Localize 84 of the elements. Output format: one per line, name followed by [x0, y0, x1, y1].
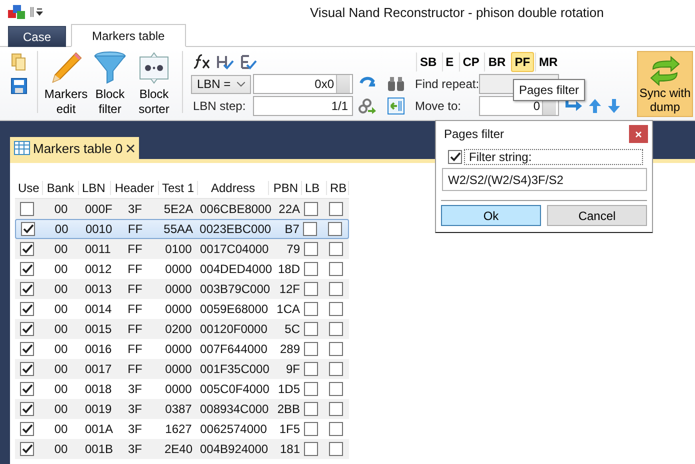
table-cell-text: 0000: [164, 382, 193, 396]
table-cell-text: 0387: [164, 402, 193, 416]
table-cell-text: 0062574000: [199, 422, 268, 436]
table-cell-text: 004B924000: [199, 442, 269, 456]
table-cell-text: 0018: [84, 382, 111, 396]
table-cell-text: FF: [126, 242, 144, 256]
table-cell-text: 00: [53, 262, 69, 276]
table-cell-text: 00: [53, 302, 69, 316]
table-cell-text: 2E40: [163, 442, 194, 456]
table-cell-text: 1F5: [278, 422, 301, 436]
table-cell-text: 0000: [164, 282, 193, 296]
table-cell-text: 55AA: [162, 222, 194, 236]
table-cell-text: 3F: [126, 442, 143, 456]
table-cell-text: 0019: [84, 402, 111, 416]
table-cell-text: 18D: [276, 262, 301, 276]
table-cell-text: 00: [53, 362, 69, 376]
table-cell-text: 9F: [284, 362, 301, 376]
table-cell-text: 0000: [164, 262, 193, 276]
table-cell-text: 0000: [164, 302, 193, 316]
table-cell-text: FF: [126, 302, 144, 316]
find-repeat-label: Find repeat:: [414, 77, 479, 91]
table-cell-text: 0017C04000: [199, 242, 269, 256]
table-cell-text: 1CA: [276, 302, 301, 316]
table-cell-text: 0023EBC000: [198, 222, 269, 236]
table-cell-text: 0100: [164, 242, 193, 256]
table-cell-text: 004DED4000: [199, 262, 269, 276]
table-cell-text: 005C0F4000: [199, 382, 269, 396]
table-cell-text: 00: [53, 422, 69, 436]
table-cell-text: 001A: [84, 422, 111, 436]
table-cell-text: 006CBE8000: [199, 202, 269, 216]
table-cell-text: 00: [53, 342, 69, 356]
table-cell-text: 00: [53, 402, 69, 416]
table-cell-text: 181: [278, 442, 301, 456]
table-cell-text: 0017: [84, 362, 111, 376]
lbn-step-label: LBN step:: [192, 99, 247, 113]
table-cell-text: 1D5: [276, 382, 301, 396]
table-cell-text: 00: [53, 282, 69, 296]
table-cell-text: 0015: [84, 322, 111, 336]
table-cell-text: 008934C000: [199, 402, 269, 416]
table-cell-text: 1627: [164, 422, 193, 436]
table-cell-text: 000F: [84, 202, 111, 216]
table-cell-text: FF: [126, 322, 144, 336]
tooltip: Pages filter: [513, 79, 586, 101]
table-cell-text: 00: [53, 442, 69, 456]
table-cell-text: 001F35C000: [199, 362, 269, 376]
table-cell-text: 00: [53, 202, 69, 216]
table-cell-text: 00: [53, 322, 69, 336]
table-cell-text: 5C: [284, 322, 301, 336]
table-cell-text: 001B: [84, 442, 111, 456]
table-cell-text: 0010: [84, 222, 112, 236]
window-title: Visual Nand Reconstructor - phison double rotation: [310, 4, 604, 20]
table-cell-text: 79: [286, 242, 301, 256]
table-cell-text: FF: [126, 342, 144, 356]
table-cell-text: 0000: [164, 362, 193, 376]
table-cell-text: FF: [126, 222, 144, 236]
table-cell-text: 3F: [126, 402, 143, 416]
table-cell-text: 0059E68000: [199, 302, 269, 316]
table-cell-text: 22A: [278, 202, 301, 216]
table-cell-text: 289: [278, 342, 301, 356]
table-cell-text: 00: [54, 222, 70, 236]
table-cell-text: 00: [53, 382, 69, 396]
table-cell-text: FF: [126, 262, 144, 276]
table-cell-text: B7: [284, 222, 300, 236]
table-cell-text: 3F: [126, 422, 143, 436]
table-cell-text: 0013: [84, 282, 111, 296]
table-cell-text: 0000: [164, 342, 193, 356]
table-cell-text: 0016: [84, 342, 111, 356]
table-cell-text: 00120F0000: [199, 322, 268, 336]
table-cell-text: 5E2A: [162, 202, 194, 216]
dialog-title: Pages filter: [443, 127, 504, 141]
move-to-label: Move to:: [414, 99, 462, 113]
table-cell-text: 3F: [126, 382, 143, 396]
table-cell-text: 0012: [84, 262, 111, 276]
table-cell-text: 003B79C000: [199, 282, 269, 296]
table-cell-text: 3F: [126, 202, 143, 216]
table-cell-text: 0200: [164, 322, 193, 336]
table-cell-text: 0014: [84, 302, 111, 316]
table-cell-text: 2BB: [276, 402, 301, 416]
table-cell-text: 12F: [278, 282, 301, 296]
table-cell-text: FF: [126, 282, 144, 296]
table-cell-text: 00: [53, 242, 69, 256]
table-cell-text: 0011: [84, 242, 111, 256]
table-cell-text: 007F644000: [199, 342, 268, 356]
table-cell-text: FF: [126, 362, 144, 376]
